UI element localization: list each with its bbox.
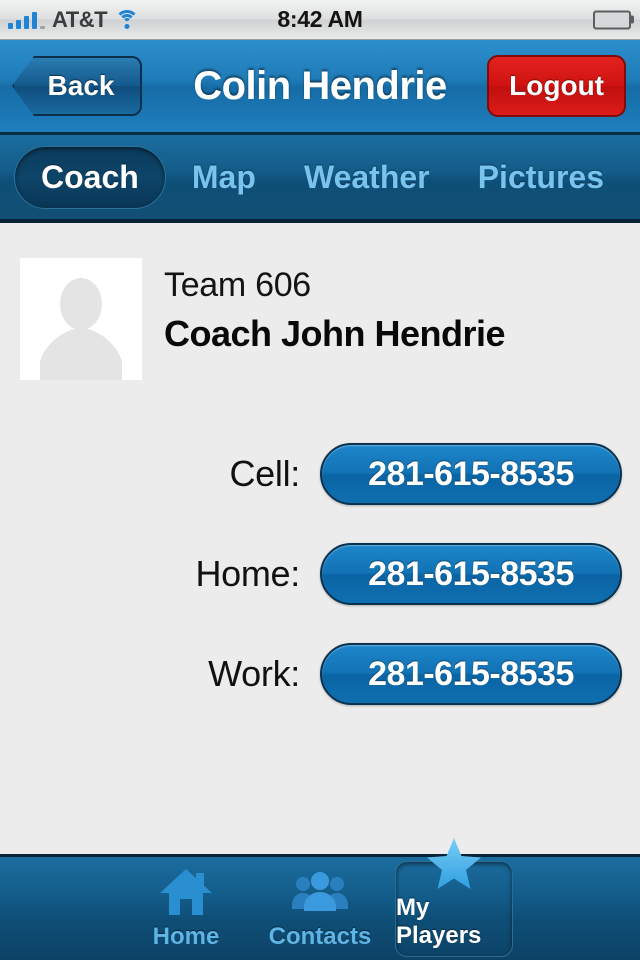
tab-coach[interactable]: Coach [14, 145, 166, 209]
team-label: Team 606 [164, 266, 311, 304]
contact-row-home: Home: 281-615-8535 [0, 524, 640, 624]
clock-label: 8:42 AM [277, 6, 363, 32]
content-area: Team 606 Coach John Hendrie Cell: 281-61… [0, 226, 640, 854]
logout-button-label: Logout [509, 70, 604, 101]
bottom-tab-home[interactable]: Home [127, 861, 245, 957]
work-label: Work: [208, 653, 300, 694]
battery-icon [593, 10, 634, 29]
status-bar: AT&T 8:42 AM [0, 0, 640, 40]
bottom-tab-contacts[interactable]: Contacts [261, 861, 379, 957]
tab-map[interactable]: Map [170, 147, 278, 208]
status-bar-right [593, 10, 634, 29]
logout-button[interactable]: Logout [487, 55, 626, 117]
back-button-label: Back [47, 70, 115, 101]
bottom-tab-home-label: Home [152, 922, 220, 950]
tab-pictures[interactable]: Pictures [456, 147, 626, 208]
tab-pictures-label: Pictures [477, 158, 604, 195]
bottom-tab-bar: Home Contacts My Players [0, 837, 640, 960]
home-label: Home: [195, 553, 300, 594]
person-placeholder-icon [20, 258, 142, 380]
navigation-bar: Back Colin Hendrie Logout [0, 40, 640, 135]
coach-profile: Team 606 Coach John Hendrie [0, 226, 640, 380]
back-button[interactable]: Back [12, 56, 142, 116]
contact-list: Cell: 281-615-8535 Home: 281-615-8535 Wo… [0, 424, 640, 724]
home-phone-number: 281-615-8535 [368, 554, 574, 593]
avatar [20, 258, 142, 380]
tab-weather-label: Weather [303, 158, 430, 195]
home-icon [158, 863, 214, 921]
contact-row-work: Work: 281-615-8535 [0, 624, 640, 724]
bottom-tab-my-players[interactable]: My Players [395, 837, 513, 957]
home-phone-button[interactable]: 281-615-8535 [320, 543, 622, 605]
cell-phone-number: 281-615-8535 [368, 454, 574, 493]
profile-text: Team 606 Coach John Hendrie [142, 258, 506, 355]
tab-weather[interactable]: Weather [282, 147, 452, 208]
work-phone-button[interactable]: 281-615-8535 [320, 643, 622, 705]
cell-phone-button[interactable]: 281-615-8535 [320, 443, 622, 505]
bottom-tab-contacts-label: Contacts [268, 922, 372, 950]
cell-label: Cell: [229, 453, 300, 494]
coach-name-label: Coach John Hendrie [164, 313, 506, 354]
bottom-tab-my-players-label: My Players [396, 893, 482, 949]
back-button-wrapper: Back [0, 56, 142, 116]
app-screen: AT&T 8:42 AM Back Colin Hendrie Logout C… [0, 0, 640, 960]
segmented-tab-bar: Coach Map Weather Pictures [0, 135, 640, 223]
contact-row-cell: Cell: 281-615-8535 [0, 424, 640, 524]
tab-map-label: Map [191, 158, 256, 195]
tab-coach-label: Coach [41, 158, 139, 195]
star-icon [425, 836, 483, 892]
work-phone-number: 281-615-8535 [368, 654, 574, 693]
contacts-people-icon [291, 863, 349, 921]
